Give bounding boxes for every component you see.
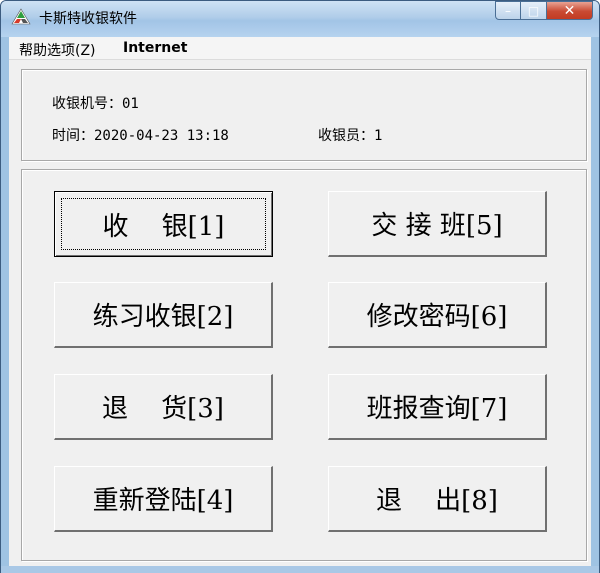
time-display: 时间：2020-04-23 13:18 (52, 128, 229, 144)
info-panel: 收银机号：01 时间：2020-04-23 13:18 收银员：1 (21, 69, 587, 161)
app-logo-icon (11, 8, 31, 25)
maximize-button[interactable]: □ (521, 1, 547, 20)
window-title: 卡斯特收银软件 (39, 11, 137, 27)
exit-button[interactable]: 退 出[8] (328, 466, 547, 532)
handover-button[interactable]: 交 接 班[5] (328, 191, 547, 257)
returns-button-label: 退 货[3] (102, 394, 224, 424)
cashier-id: 收银员：1 (318, 128, 383, 144)
menu-bar: 帮助选项(Z) Internet (9, 37, 591, 60)
close-icon: ✕ (563, 2, 576, 19)
menu-help-options[interactable]: 帮助选项(Z) (19, 40, 96, 60)
handover-button-label: 交 接 班[5] (371, 211, 503, 241)
practice-cashier-button[interactable]: 练习收银[2] (54, 282, 273, 348)
client-area: 帮助选项(Z) Internet 收银机号：01 时间：2020-04-23 1… (9, 37, 591, 566)
cashier-button[interactable]: 收 银[1] (54, 191, 273, 257)
relogin-button-label: 重新登陆[4] (92, 486, 234, 516)
cashier-button-label: 收 银[1] (102, 211, 225, 242)
practice-cashier-button-label: 练习收银[2] (92, 302, 234, 332)
minimize-icon: – (505, 3, 511, 18)
change-password-button[interactable]: 修改密码[6] (328, 282, 547, 348)
caption-buttons: – □ ✕ (495, 1, 593, 21)
register-number: 收银机号：01 (52, 96, 139, 112)
menu-internet[interactable]: Internet (123, 40, 187, 56)
returns-button[interactable]: 退 货[3] (54, 374, 273, 440)
shift-report-button-label: 班报查询[7] (366, 394, 508, 424)
maximize-icon: □ (527, 3, 540, 18)
close-button[interactable]: ✕ (547, 1, 593, 20)
shift-report-button[interactable]: 班报查询[7] (328, 374, 547, 440)
function-panel: 收 银[1] 交 接 班[5] 练习收银[2] 修改密码[6] 退 货[3] 班… (21, 169, 587, 561)
window-bottom-border (1, 566, 599, 573)
exit-button-label: 退 出[8] (376, 486, 498, 516)
main-window: 卡斯特收银软件 – □ ✕ 帮助选项(Z) Internet 收银机号：01 时… (0, 0, 600, 573)
minimize-button[interactable]: – (495, 1, 521, 20)
title-bar[interactable]: 卡斯特收银软件 – □ ✕ (1, 1, 599, 37)
change-password-button-label: 修改密码[6] (366, 302, 508, 332)
relogin-button[interactable]: 重新登陆[4] (54, 466, 273, 532)
